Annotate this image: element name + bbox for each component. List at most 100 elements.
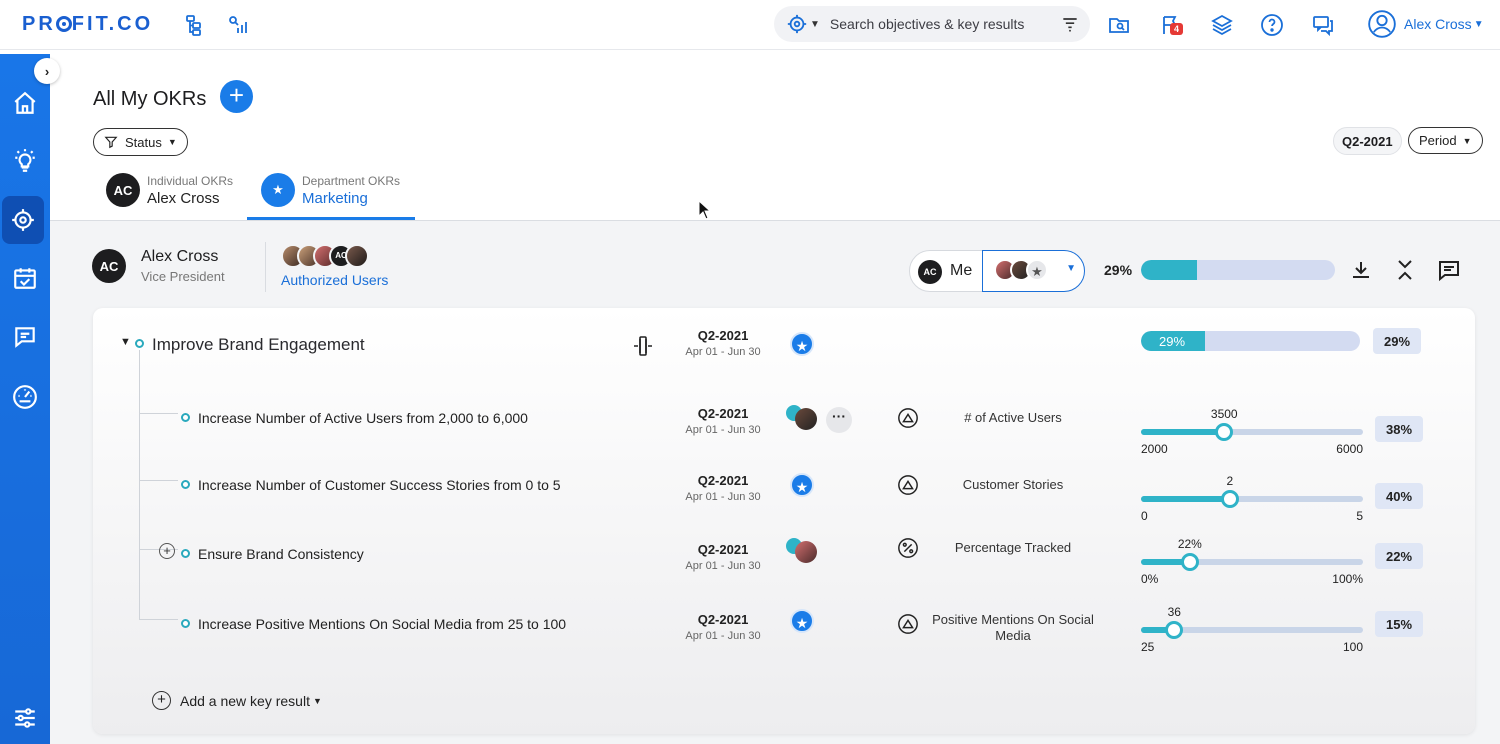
objective-title[interactable]: Improve Brand Engagement bbox=[152, 335, 365, 355]
plus-icon: + bbox=[228, 80, 245, 110]
slider-fill bbox=[1141, 496, 1230, 502]
key-result-percent: 38% bbox=[1375, 416, 1423, 442]
authorized-users-link[interactable]: Authorized Users bbox=[281, 272, 388, 288]
tab-individual-okrs[interactable]: AC Individual OKRs Alex Cross bbox=[106, 160, 233, 220]
add-key-result-button[interactable]: + Add a new key result ▼ bbox=[152, 691, 322, 710]
quarter-label: Q2-2021 bbox=[697, 473, 749, 488]
chevron-down-icon: ▼ bbox=[1066, 263, 1076, 274]
star-icon: ★ bbox=[1026, 259, 1048, 281]
mouse-cursor-icon bbox=[698, 200, 712, 220]
min-value: 0% bbox=[1141, 572, 1159, 586]
download-icon[interactable] bbox=[1349, 258, 1373, 282]
status-dot bbox=[181, 480, 190, 489]
chevron-down-icon[interactable]: ▼ bbox=[1474, 19, 1484, 30]
help-icon[interactable] bbox=[1259, 12, 1285, 38]
left-sidebar bbox=[0, 54, 50, 744]
key-result-period: Q2-2021 Apr 01 - Jun 30 bbox=[673, 473, 773, 503]
progress-slider[interactable]: 22% 0% 100% bbox=[1141, 537, 1363, 590]
plus-icon: + bbox=[152, 691, 171, 710]
progress-bar-label: 29% bbox=[1159, 333, 1186, 349]
progress-fill bbox=[1141, 260, 1198, 280]
period-dropdown[interactable]: Period ▼ bbox=[1408, 127, 1483, 154]
layers-icon[interactable] bbox=[1209, 12, 1235, 38]
collapse-all-icon[interactable] bbox=[1393, 258, 1417, 282]
home-icon[interactable] bbox=[0, 79, 50, 127]
key-result-row[interactable]: Increase Positive Mentions On Social Med… bbox=[93, 599, 1475, 659]
owner-name: Alex Cross bbox=[141, 248, 219, 265]
date-range: Apr 01 - Jun 30 bbox=[685, 630, 761, 642]
progress-slider[interactable]: 2 0 5 bbox=[1141, 474, 1363, 527]
key-result-percent: 22% bbox=[1375, 543, 1423, 569]
current-value: 3500 bbox=[1210, 407, 1238, 421]
slider-handle[interactable] bbox=[1165, 621, 1184, 639]
authorized-users[interactable]: AC Authorized Users bbox=[281, 244, 388, 288]
avatar: AC bbox=[106, 173, 140, 207]
me-toggle-label[interactable]: Me bbox=[950, 262, 972, 280]
user-name[interactable]: Alex Cross bbox=[1404, 16, 1472, 32]
star-icon: ★ bbox=[790, 473, 814, 497]
avatar: AC bbox=[918, 260, 942, 284]
idea-icon[interactable] bbox=[0, 137, 50, 185]
star-icon: ★ bbox=[261, 173, 295, 207]
flag-icon[interactable]: 4 bbox=[1158, 12, 1184, 38]
filter-icon[interactable] bbox=[1060, 14, 1080, 34]
star-icon: ★ bbox=[790, 332, 814, 356]
min-value: 0 bbox=[1141, 509, 1148, 523]
feedback-icon[interactable] bbox=[0, 313, 50, 361]
analytics-icon[interactable] bbox=[225, 12, 251, 38]
increase-metric-icon bbox=[898, 614, 918, 634]
divider bbox=[265, 242, 266, 292]
period-label: Period bbox=[1419, 133, 1457, 148]
folder-search-icon[interactable] bbox=[1106, 12, 1132, 38]
hierarchy-icon[interactable] bbox=[180, 12, 206, 38]
key-result-percent: 15% bbox=[1375, 611, 1423, 637]
target-icon[interactable] bbox=[786, 13, 808, 35]
key-result-title[interactable]: Increase Positive Mentions On Social Med… bbox=[198, 616, 566, 632]
key-result-row[interactable]: Increase Number of Active Users from 2,0… bbox=[93, 393, 1475, 456]
team-selector[interactable]: ★ ▼ bbox=[982, 250, 1085, 292]
key-result-title[interactable]: Increase Number of Active Users from 2,0… bbox=[198, 410, 528, 426]
key-result-row[interactable]: Increase Number of Customer Success Stor… bbox=[93, 460, 1475, 523]
quarter-label: Q2-2021 bbox=[697, 612, 749, 627]
comment-icon[interactable] bbox=[1437, 258, 1461, 282]
quarter-selector[interactable]: Q2-2021 bbox=[1333, 127, 1402, 155]
settings-sliders-icon[interactable] bbox=[0, 694, 50, 742]
tab-department-name: Marketing bbox=[302, 189, 368, 207]
search-input[interactable]: Search objectives & key results bbox=[830, 16, 1025, 32]
search-bar[interactable]: ▼ Search objectives & key results bbox=[774, 6, 1090, 42]
status-filter[interactable]: Status ▼ bbox=[93, 128, 188, 156]
chevron-down-icon[interactable]: ▼ bbox=[810, 19, 820, 30]
percentage-metric-icon bbox=[898, 538, 918, 558]
add-okr-button[interactable]: + bbox=[220, 80, 253, 113]
status-filter-label: Status bbox=[125, 134, 162, 150]
key-result-title[interactable]: Increase Number of Customer Success Stor… bbox=[198, 477, 561, 493]
progress-slider[interactable]: 36 25 100 bbox=[1141, 605, 1363, 658]
more-options-button[interactable]: ··· bbox=[826, 407, 852, 433]
metric-name: Positive Mentions On Social Media bbox=[932, 612, 1094, 643]
owner-role: Vice President bbox=[141, 269, 225, 284]
slider-handle[interactable] bbox=[1220, 490, 1239, 508]
key-result-period: Q2-2021 Apr 01 - Jun 30 bbox=[673, 542, 773, 572]
overall-progress-bar bbox=[1141, 260, 1335, 280]
increase-metric-icon bbox=[898, 408, 918, 428]
key-result-title[interactable]: Ensure Brand Consistency bbox=[198, 546, 364, 562]
key-result-period: Q2-2021 Apr 01 - Jun 30 bbox=[673, 406, 773, 436]
chat-icon[interactable] bbox=[1310, 12, 1336, 38]
slider-handle[interactable] bbox=[1180, 553, 1199, 571]
progress-slider[interactable]: 3500 2000 6000 bbox=[1141, 407, 1363, 460]
tab-department-okrs[interactable]: ★ Department OKRs Marketing bbox=[261, 160, 400, 220]
target-icon[interactable] bbox=[2, 196, 44, 244]
key-result-row[interactable]: Ensure Brand Consistency Q2-2021 Apr 01 … bbox=[93, 529, 1475, 589]
notification-badge: 4 bbox=[1170, 23, 1184, 35]
alignment-icon[interactable] bbox=[632, 334, 654, 358]
max-value: 100 bbox=[1342, 640, 1363, 654]
profit-co-logo[interactable]: PR FIT.CO bbox=[22, 13, 153, 36]
calendar-check-icon[interactable] bbox=[0, 254, 50, 302]
objective-row[interactable]: ▼ Improve Brand Engagement Q2-2021 Apr 0… bbox=[93, 322, 1475, 366]
slider-handle[interactable] bbox=[1215, 423, 1234, 441]
view-toggle[interactable]: AC Me ★ ▼ bbox=[909, 250, 1085, 292]
dashboard-gauge-icon[interactable] bbox=[0, 373, 50, 421]
sidebar-expand-button[interactable]: › bbox=[34, 58, 60, 84]
caret-down-icon[interactable]: ▼ bbox=[120, 336, 131, 348]
user-menu[interactable]: Alex Cross ▼ bbox=[1368, 10, 1484, 38]
